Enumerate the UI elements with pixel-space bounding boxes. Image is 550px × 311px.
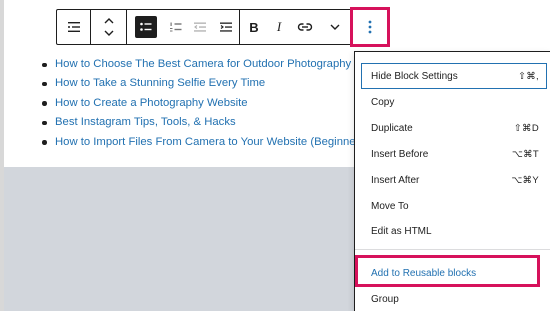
menu-item-label: Edit as HTML: [371, 225, 432, 237]
block-type-list-icon: [67, 22, 80, 32]
link-icon: [297, 23, 313, 31]
chevron-down-small-icon: [104, 30, 113, 36]
indent-icon: [220, 22, 232, 32]
list-block: How to Choose The Best Camera for Outdoo…: [40, 55, 368, 152]
italic-icon: I: [276, 19, 282, 34]
chevron-up-icon: [104, 18, 113, 24]
bold-icon: B: [249, 19, 259, 35]
menu-item-edit-as-html[interactable]: Edit as HTML: [361, 218, 547, 244]
more-options-button[interactable]: [350, 7, 390, 47]
menu-item-label: Group: [371, 293, 399, 305]
indent-button[interactable]: [213, 10, 239, 44]
menu-item-shortcut: ⇧⌘,: [518, 70, 539, 82]
list-item-link[interactable]: How to Import Files From Camera to Your …: [55, 136, 368, 148]
unordered-list-icon: [140, 22, 152, 31]
move-up-down-button[interactable]: [91, 10, 126, 44]
list-item: Best Instagram Tips, Tools, & Hacks: [40, 113, 360, 132]
menu-item-label: Add to Reusable blocks: [371, 267, 477, 279]
ordered-list-button[interactable]: [165, 10, 187, 44]
menu-item-shortcut: ⇧⌘D: [513, 122, 539, 134]
menu-item-insert-after[interactable]: Insert After ⌥⌘Y: [361, 167, 547, 193]
menu-item-duplicate[interactable]: Duplicate ⇧⌘D: [361, 115, 547, 141]
italic-button[interactable]: I: [268, 10, 290, 44]
list-item: How to Import Files From Camera to Your …: [40, 133, 368, 152]
menu-item-shortcut: ⌥⌘Y: [511, 174, 539, 186]
list-item-link[interactable]: How to Choose The Best Camera for Outdoo…: [55, 58, 351, 70]
menu-item-label: Insert Before: [371, 148, 429, 160]
menu-item-label: Insert After: [371, 174, 420, 186]
menu-item-label: Duplicate: [371, 122, 413, 134]
menu-item-shortcut: ⌥⌘T: [511, 148, 539, 160]
chevron-down-icon: [330, 24, 340, 30]
menu-item-label: Hide Block Settings: [371, 70, 458, 82]
menu-item-group[interactable]: Group: [361, 286, 547, 311]
menu-item-copy[interactable]: Copy: [361, 89, 547, 115]
menu-item-move-to[interactable]: Move To: [361, 193, 547, 219]
list-item-link[interactable]: How to Create a Photography Website: [55, 97, 248, 109]
outdent-button[interactable]: [187, 10, 213, 44]
text-format-group: B I: [240, 10, 350, 44]
ordered-list-icon: [170, 22, 182, 32]
unordered-list-button[interactable]: [135, 16, 157, 38]
menu-item-label: Move To: [371, 200, 409, 212]
list-format-group: [127, 10, 239, 44]
bold-button[interactable]: B: [240, 10, 268, 44]
list-item-link[interactable]: Best Instagram Tips, Tools, & Hacks: [55, 116, 236, 128]
outdent-icon: [194, 22, 206, 32]
link-button[interactable]: [290, 10, 320, 44]
menu-item-hide-block-settings[interactable]: Hide Block Settings ⇧⌘,: [361, 63, 547, 89]
menu-item-add-to-reusable-blocks[interactable]: Add to Reusable blocks: [361, 260, 547, 286]
block-type-group: [57, 10, 90, 44]
menu-divider: [355, 249, 550, 250]
list-item: How to Choose The Best Camera for Outdoo…: [40, 55, 360, 74]
more-options-icon: [368, 20, 372, 34]
block-toolbar: B I: [56, 9, 390, 45]
list-item: How to Take a Stunning Selfie Every Time: [40, 74, 360, 93]
more-rich-text-button[interactable]: [320, 10, 350, 44]
menu-item-label: Copy: [371, 96, 395, 108]
mover-group: [91, 10, 126, 44]
list-item-link[interactable]: How to Take a Stunning Selfie Every Time: [55, 77, 265, 89]
block-type-list-button[interactable]: [57, 10, 90, 44]
block-options-menu: Hide Block Settings ⇧⌘, Copy Duplicate ⇧…: [354, 51, 550, 311]
menu-item-insert-before[interactable]: Insert Before ⌥⌘T: [361, 141, 547, 167]
list-item: How to Create a Photography Website: [40, 94, 360, 113]
